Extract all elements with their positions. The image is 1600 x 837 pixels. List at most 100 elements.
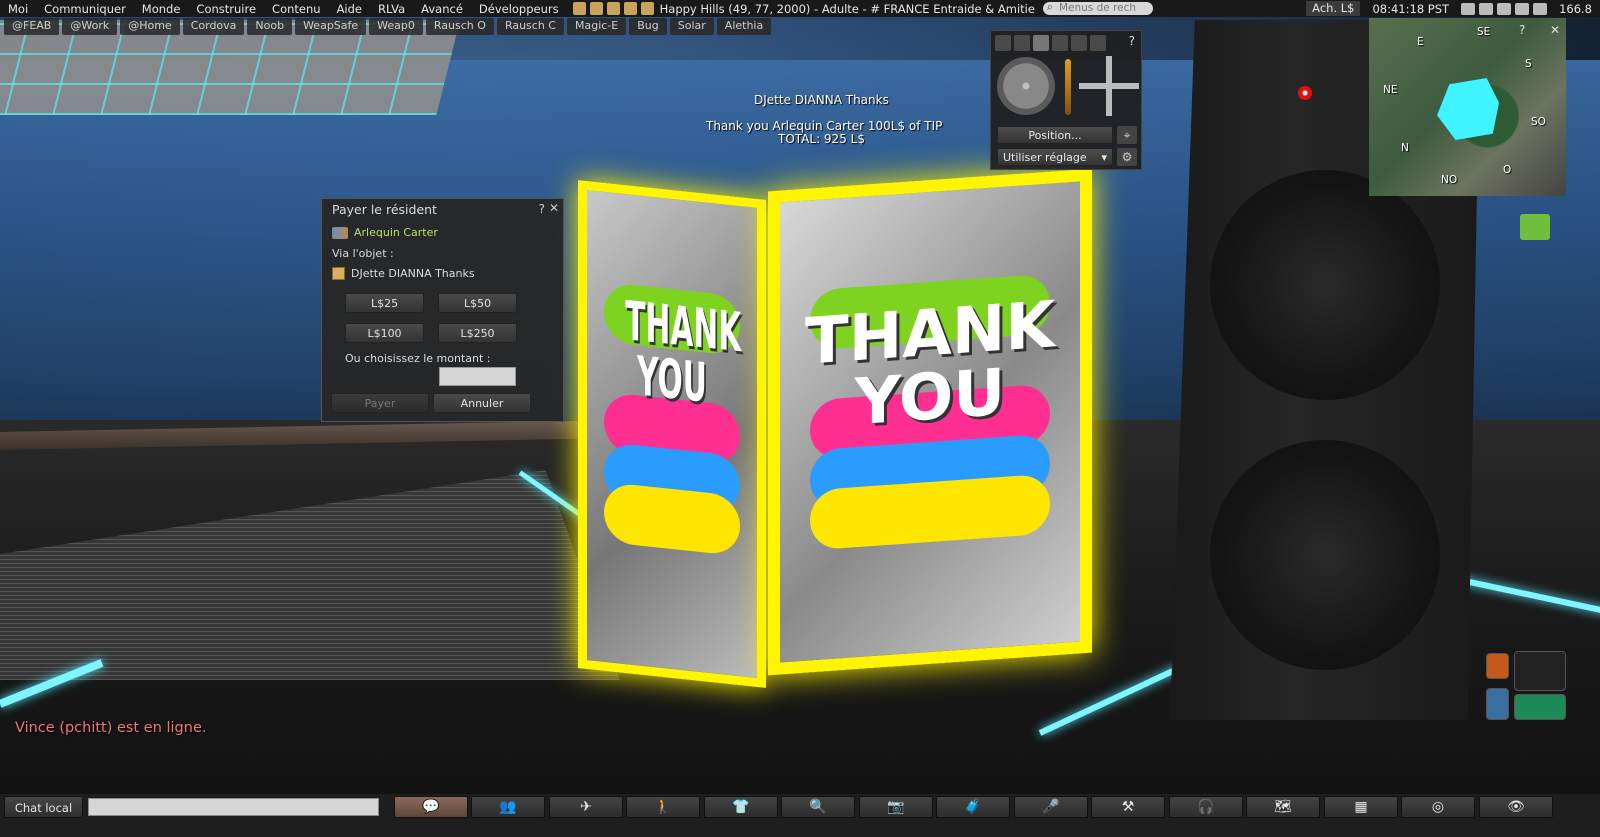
map-icon[interactable]: 🗺	[1246, 796, 1320, 818]
menu-contenu[interactable]: Contenu	[264, 2, 329, 16]
favorite-item[interactable]: Rausch C	[496, 18, 564, 35]
shirt-icon[interactable]: 👕	[704, 796, 778, 818]
position-button[interactable]: Position...	[997, 126, 1113, 144]
pay-button[interactable]: Payer	[331, 393, 429, 413]
camera-icon[interactable]: 📷	[859, 796, 933, 818]
location-pin-icon[interactable]: ⌖	[1117, 126, 1137, 144]
radar-icon[interactable]: ◎	[1401, 796, 1475, 818]
inventory-icon[interactable]: 🧳	[936, 796, 1010, 818]
menu-communiquer[interactable]: Communiquer	[36, 2, 134, 16]
top-menu-bar: Moi Communiquer Monde Construire Contenu…	[0, 0, 1600, 17]
screen-icon[interactable]	[1479, 2, 1494, 15]
object-hovertext-line2: TOTAL: 925 L$	[778, 132, 865, 146]
favorite-item[interactable]: Alethia	[716, 18, 772, 35]
compass-n: N	[1401, 142, 1409, 154]
front-view-icon[interactable]	[995, 35, 1011, 51]
help-button[interactable]: ?	[539, 202, 545, 216]
pay-100-button[interactable]: L$100	[345, 323, 424, 343]
resident-name[interactable]: Arlequin Carter	[354, 226, 438, 239]
minimap[interactable]: E SE S SO O NO N NE ? ✕	[1369, 18, 1566, 196]
favorite-item[interactable]: WeapSafe	[295, 18, 367, 35]
favorite-item[interactable]: @Home	[120, 18, 180, 35]
menu-monde[interactable]: Monde	[134, 2, 189, 16]
buy-currency-button[interactable]: Ach. L$	[1306, 1, 1361, 16]
pay-25-button[interactable]: L$25	[345, 293, 424, 313]
menu-construire[interactable]: Construire	[188, 2, 264, 16]
walk-icon[interactable]: 🚶	[626, 796, 700, 818]
zoom-slider[interactable]	[1065, 59, 1071, 115]
build-icon[interactable]: ⚒	[1091, 796, 1165, 818]
audio-icon[interactable]: 🎧	[1169, 796, 1243, 818]
damage-icon[interactable]	[640, 2, 654, 15]
voice-chat-icon[interactable]	[1520, 214, 1550, 240]
side-view-icon[interactable]	[1014, 35, 1030, 51]
microphone-icon[interactable]: 🎤	[1014, 796, 1088, 818]
chat-input[interactable]	[88, 798, 379, 816]
eye-icon[interactable]: 👁	[1479, 796, 1553, 818]
media-icon[interactable]	[1461, 2, 1476, 15]
help-button[interactable]: ?	[1519, 23, 1525, 37]
fly-icon[interactable]	[606, 2, 620, 15]
build-icon[interactable]	[589, 2, 603, 15]
close-button[interactable]: ✕	[1550, 23, 1560, 37]
hud-green-eye-icon[interactable]	[1514, 694, 1566, 720]
compass-se: SE	[1477, 26, 1491, 38]
gear-icon[interactable]: ⚙	[1117, 148, 1137, 166]
hud-eye-icon[interactable]	[1486, 653, 1509, 679]
reset-view-icon[interactable]	[1090, 35, 1106, 51]
menu-developpeurs[interactable]: Développeurs	[471, 2, 567, 16]
minimap-icon[interactable]: ▦	[1324, 796, 1398, 818]
speaker-cone	[1210, 440, 1440, 670]
amount-input[interactable]	[439, 367, 516, 386]
orbit-joystick[interactable]	[997, 57, 1055, 115]
favorite-item[interactable]: Cordova	[182, 18, 245, 35]
favorite-item[interactable]: Solar	[669, 18, 714, 35]
favorite-item[interactable]: Weap0	[369, 18, 423, 35]
pan-joystick[interactable]	[1079, 55, 1139, 117]
settings-icon[interactable]	[1515, 2, 1530, 15]
mouselook-icon[interactable]	[1071, 35, 1087, 51]
favorite-item[interactable]: @FEAB	[4, 18, 60, 35]
people-icon[interactable]: 👥	[471, 796, 545, 818]
object-row: DJette DIANNA Thanks	[332, 267, 475, 280]
favorite-item[interactable]: Noob	[247, 18, 293, 35]
hud-back-arrow-icon[interactable]	[1486, 688, 1509, 720]
help-button[interactable]: ?	[1129, 34, 1135, 48]
chat-icon[interactable]: 💬	[394, 796, 468, 818]
resident-row: Arlequin Carter	[332, 226, 438, 239]
script-icon[interactable]	[623, 2, 637, 15]
status-area: Ach. L$ 08:41:18 PST 166.8	[1306, 0, 1600, 17]
pay-250-button[interactable]: L$250	[438, 323, 517, 343]
favorite-item[interactable]: Bug	[629, 18, 667, 35]
bottom-toolbar: Chat local 💬 👥 ✈ 🚶 👕 🔍 📷 🧳 🎤 ⚒ 🎧 🗺 ▦ ◎ 👁	[0, 794, 1600, 837]
chevron-down-icon: ▾	[1101, 151, 1107, 164]
rear-view-icon[interactable]	[1033, 35, 1049, 51]
parcel-status-icons	[572, 2, 654, 15]
search-icon[interactable]: 🔍	[781, 796, 855, 818]
favorite-item[interactable]: Magic-E	[566, 18, 627, 35]
resident-icon	[332, 226, 348, 239]
favorite-item[interactable]: Rausch O	[425, 18, 494, 35]
pay-resident-dialog: Payer le résident ? ✕ Arlequin Carter Vi…	[321, 198, 564, 422]
close-button[interactable]: ✕	[549, 201, 559, 215]
music-icon[interactable]	[1497, 2, 1512, 15]
fly-icon[interactable]: ✈	[549, 796, 623, 818]
menu-rlva[interactable]: RLVa	[370, 2, 413, 16]
dancer-menu-hud-icon[interactable]	[1514, 651, 1566, 691]
voice-icon[interactable]	[572, 2, 586, 15]
cancel-button[interactable]: Annuler	[433, 393, 531, 413]
local-chat-button[interactable]: Chat local	[4, 796, 83, 818]
object-view-icon[interactable]	[1052, 35, 1068, 51]
menu-search-input[interactable]: Menus de rech	[1042, 1, 1153, 15]
pay-50-button[interactable]: L$50	[438, 293, 517, 313]
choose-amount-label: Ou choisissez le montant :	[345, 352, 491, 365]
location-text[interactable]: Happy Hills (49, 77, 2000) - Adulte - # …	[660, 2, 1035, 16]
menu-moi[interactable]: Moi	[0, 2, 36, 16]
tip-jar-cube[interactable]: THANK YOU THANK YOU	[578, 168, 1098, 688]
menu-aide[interactable]: Aide	[329, 2, 370, 16]
parcel-highlight	[1437, 78, 1499, 140]
favorite-item[interactable]: @Work	[62, 18, 118, 35]
menu-avance[interactable]: Avancé	[413, 2, 471, 16]
preset-select[interactable]: Utiliser réglage ▾	[997, 148, 1113, 166]
volume-icon[interactable]	[1533, 2, 1548, 15]
